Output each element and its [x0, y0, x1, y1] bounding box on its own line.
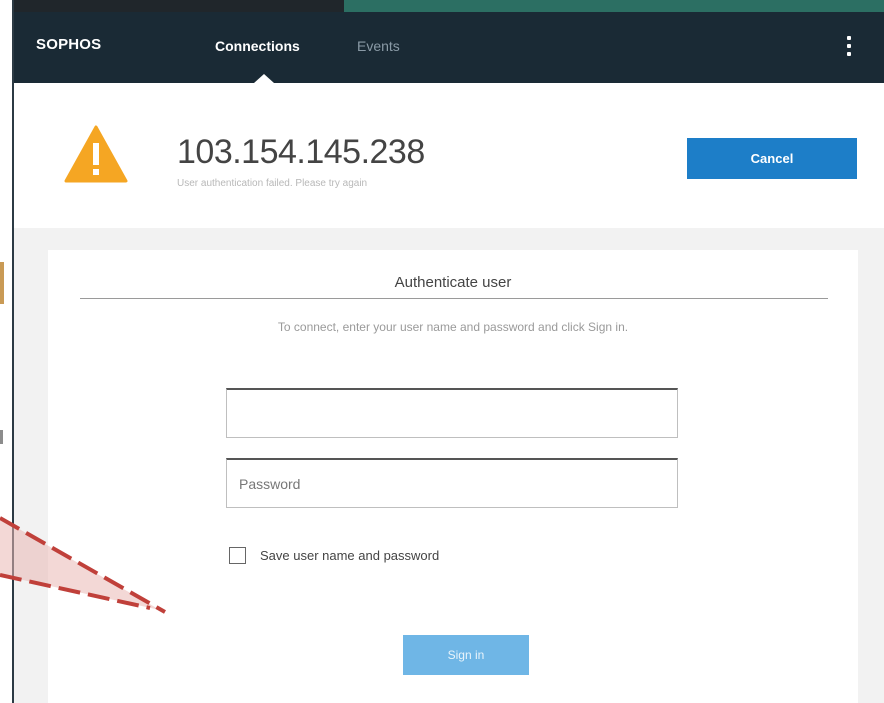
connection-status-panel: 103.154.145.238 User authentication fail…: [14, 83, 884, 228]
save-credentials-label[interactable]: Save user name and password: [260, 548, 439, 563]
warning-icon: [64, 125, 128, 183]
kebab-menu-icon[interactable]: [844, 36, 854, 62]
divider: [80, 298, 828, 299]
background-strip: [0, 0, 12, 703]
background-mark: [0, 430, 3, 444]
authenticate-user-card: Authenticate user To connect, enter your…: [48, 250, 858, 703]
password-input[interactable]: [226, 458, 678, 508]
cancel-button[interactable]: Cancel: [687, 138, 857, 179]
status-message: User authentication failed. Please try a…: [177, 178, 368, 189]
top-navbar: SOPHOS Connections Events: [14, 12, 884, 83]
active-tab-indicator: [254, 74, 274, 83]
auth-instructions: To connect, enter your user name and pas…: [277, 320, 629, 334]
sophos-logo: SOPHOS: [36, 36, 102, 53]
window-top-edge: [14, 0, 344, 12]
tab-events[interactable]: Events: [357, 38, 400, 54]
sign-in-button[interactable]: Sign in: [403, 635, 529, 675]
tab-connections[interactable]: Connections: [215, 38, 300, 54]
username-input[interactable]: [226, 388, 678, 438]
window-top-edge: [344, 0, 884, 12]
connection-ip-address: 103.154.145.238: [177, 133, 425, 171]
save-credentials-checkbox[interactable]: [229, 547, 246, 564]
background-mark: [0, 262, 4, 304]
auth-title: Authenticate user: [394, 274, 512, 291]
app-window: SOPHOS Connections Events 103.154.145.23…: [12, 0, 884, 703]
save-credentials-row: Save user name and password: [229, 547, 439, 564]
